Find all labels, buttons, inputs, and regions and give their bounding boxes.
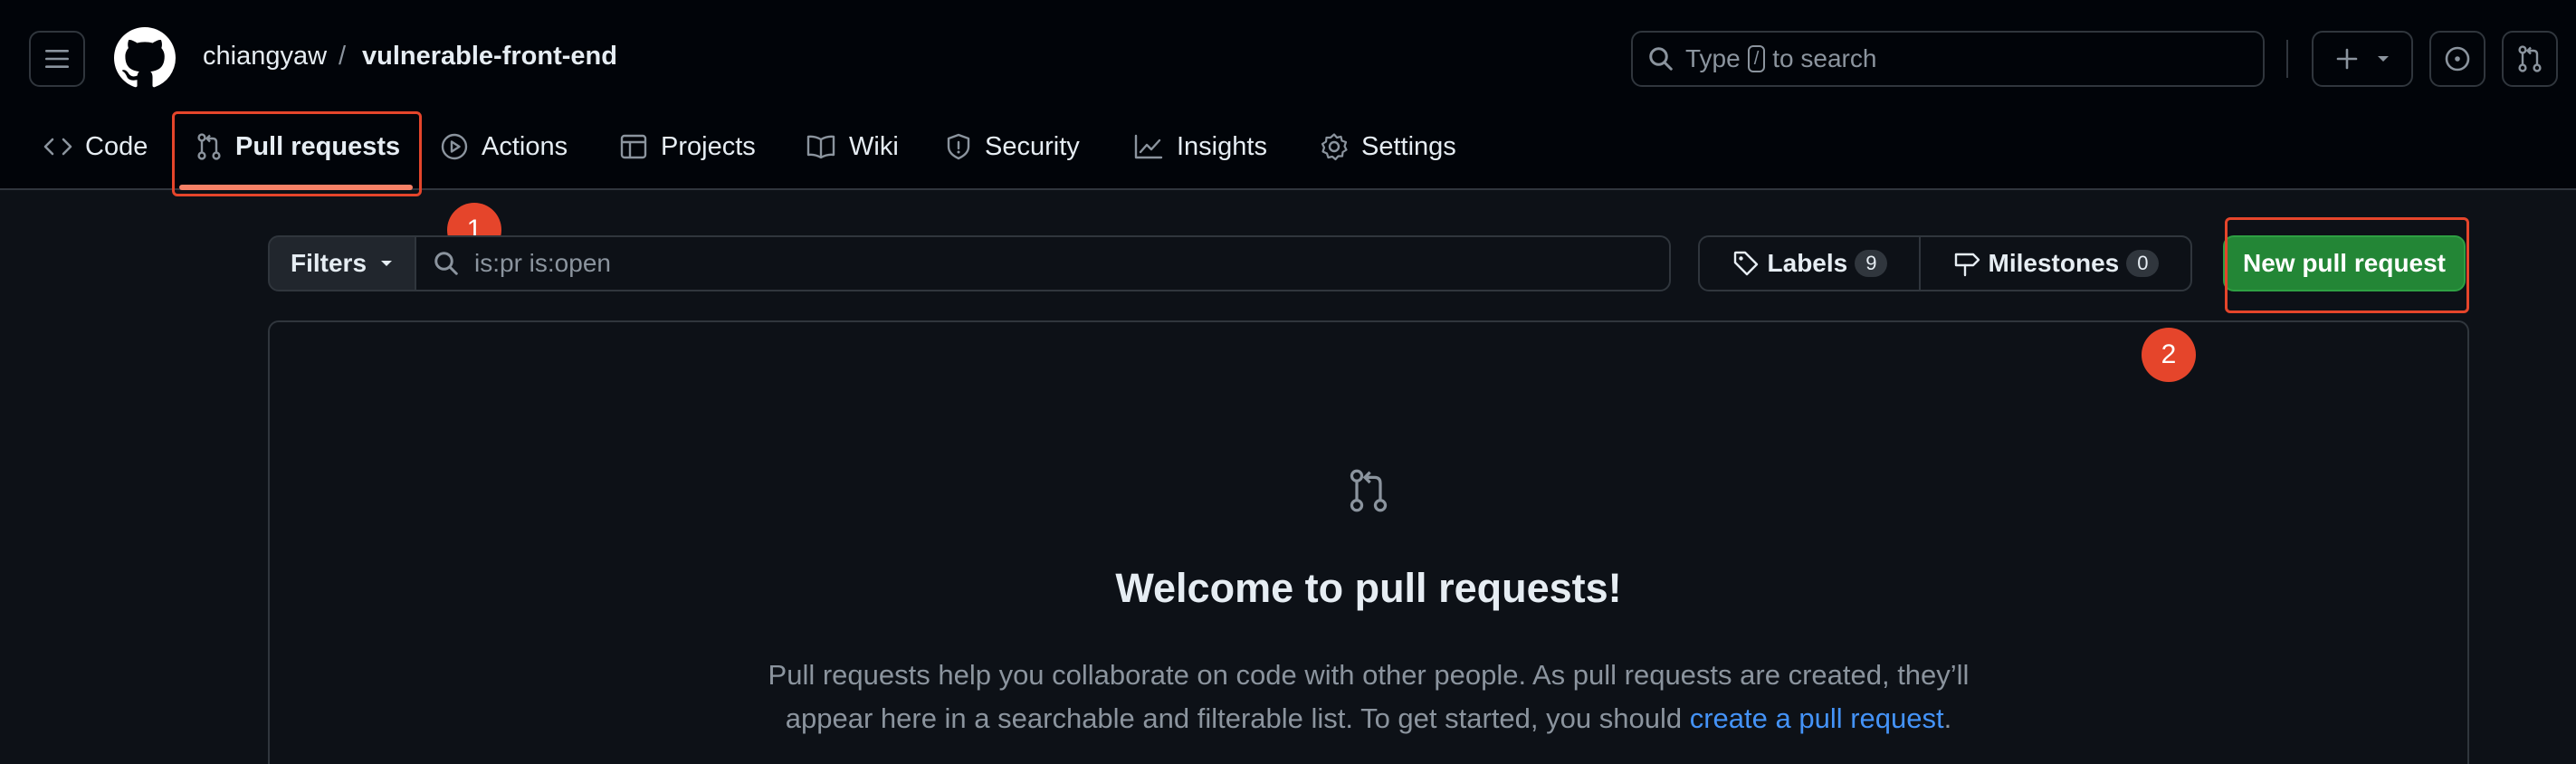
annotation-box-pull-requests [172, 111, 422, 196]
repo-owner-link[interactable]: chiangyaw [203, 42, 327, 72]
milestones-label: Milestones [1988, 249, 2120, 277]
tab-wiki-label: Wiki [849, 131, 899, 161]
search-icon [1649, 47, 1673, 71]
gear-icon [1321, 133, 1348, 161]
pull-request-filter-input[interactable]: is:pr is:open [415, 235, 1671, 291]
pull-requests-button[interactable] [2502, 31, 2558, 87]
blankslate-period: . [1943, 702, 1952, 734]
filters-button[interactable]: Filters [268, 235, 416, 291]
tab-security-label: Security [985, 131, 1080, 161]
tab-wiki[interactable]: Wiki [806, 127, 899, 167]
tab-code[interactable]: Code [43, 127, 148, 167]
tab-code-label: Code [85, 131, 148, 161]
blankslate-title: Welcome to pull requests! [1115, 565, 1622, 611]
code-icon [43, 138, 72, 156]
tab-projects-label: Projects [661, 131, 756, 161]
caret-down-icon [381, 261, 393, 266]
labels-button[interactable]: Labels 9 [1698, 235, 1921, 291]
tab-settings[interactable]: Settings [1320, 127, 1456, 167]
create-new-button[interactable] [2312, 31, 2413, 87]
tab-security[interactable]: Security [945, 127, 1080, 167]
create-pull-request-link[interactable]: create a pull request [1690, 702, 1944, 734]
milestones-button[interactable]: Milestones 0 [1919, 235, 2192, 291]
tag-icon [1733, 251, 1758, 276]
search-icon [434, 252, 458, 275]
git-pull-request-icon [2518, 45, 2542, 72]
filters-label: Filters [290, 249, 367, 277]
tab-insights-label: Insights [1177, 131, 1267, 161]
book-icon [806, 135, 835, 159]
search-text-before: Type [1685, 44, 1741, 72]
header-divider [2286, 40, 2288, 78]
tab-actions-label: Actions [482, 131, 568, 161]
global-search-input[interactable]: Type / to search [1631, 31, 2265, 87]
graph-icon [1134, 134, 1163, 159]
issue-opened-icon [2445, 46, 2470, 72]
repo-name-link[interactable]: vulnerable-front-end [362, 42, 617, 72]
tab-settings-label: Settings [1361, 131, 1456, 161]
play-icon [441, 133, 468, 160]
filter-query-text: is:pr is:open [474, 249, 611, 277]
issues-button[interactable] [2429, 31, 2485, 87]
annotation-box-new-pull-request [2225, 217, 2469, 313]
caret-down-icon [2378, 56, 2389, 62]
tab-insights[interactable]: Insights [1133, 127, 1267, 167]
annotation-badge-2: 2 [2142, 328, 2196, 382]
hamburger-icon [45, 50, 69, 68]
tab-projects[interactable]: Projects [619, 127, 756, 167]
git-pull-request-icon [1350, 469, 1388, 512]
plus-icon [2336, 48, 2358, 70]
labels-count: 9 [1855, 250, 1888, 277]
github-logo[interactable] [114, 27, 176, 89]
shield-icon [947, 133, 970, 160]
search-shortcut-key: / [1747, 45, 1766, 72]
open-menu-button[interactable] [29, 31, 85, 87]
milestone-icon [1954, 253, 1980, 277]
tab-actions[interactable]: Actions [440, 127, 568, 167]
milestones-count: 0 [2126, 250, 2160, 277]
path-separator: / [339, 42, 347, 71]
table-icon [620, 134, 647, 159]
search-text-after: to search [1772, 44, 1877, 72]
blankslate-description: Pull requests help you collaborate on co… [766, 654, 1971, 740]
labels-label: Labels [1767, 249, 1848, 277]
